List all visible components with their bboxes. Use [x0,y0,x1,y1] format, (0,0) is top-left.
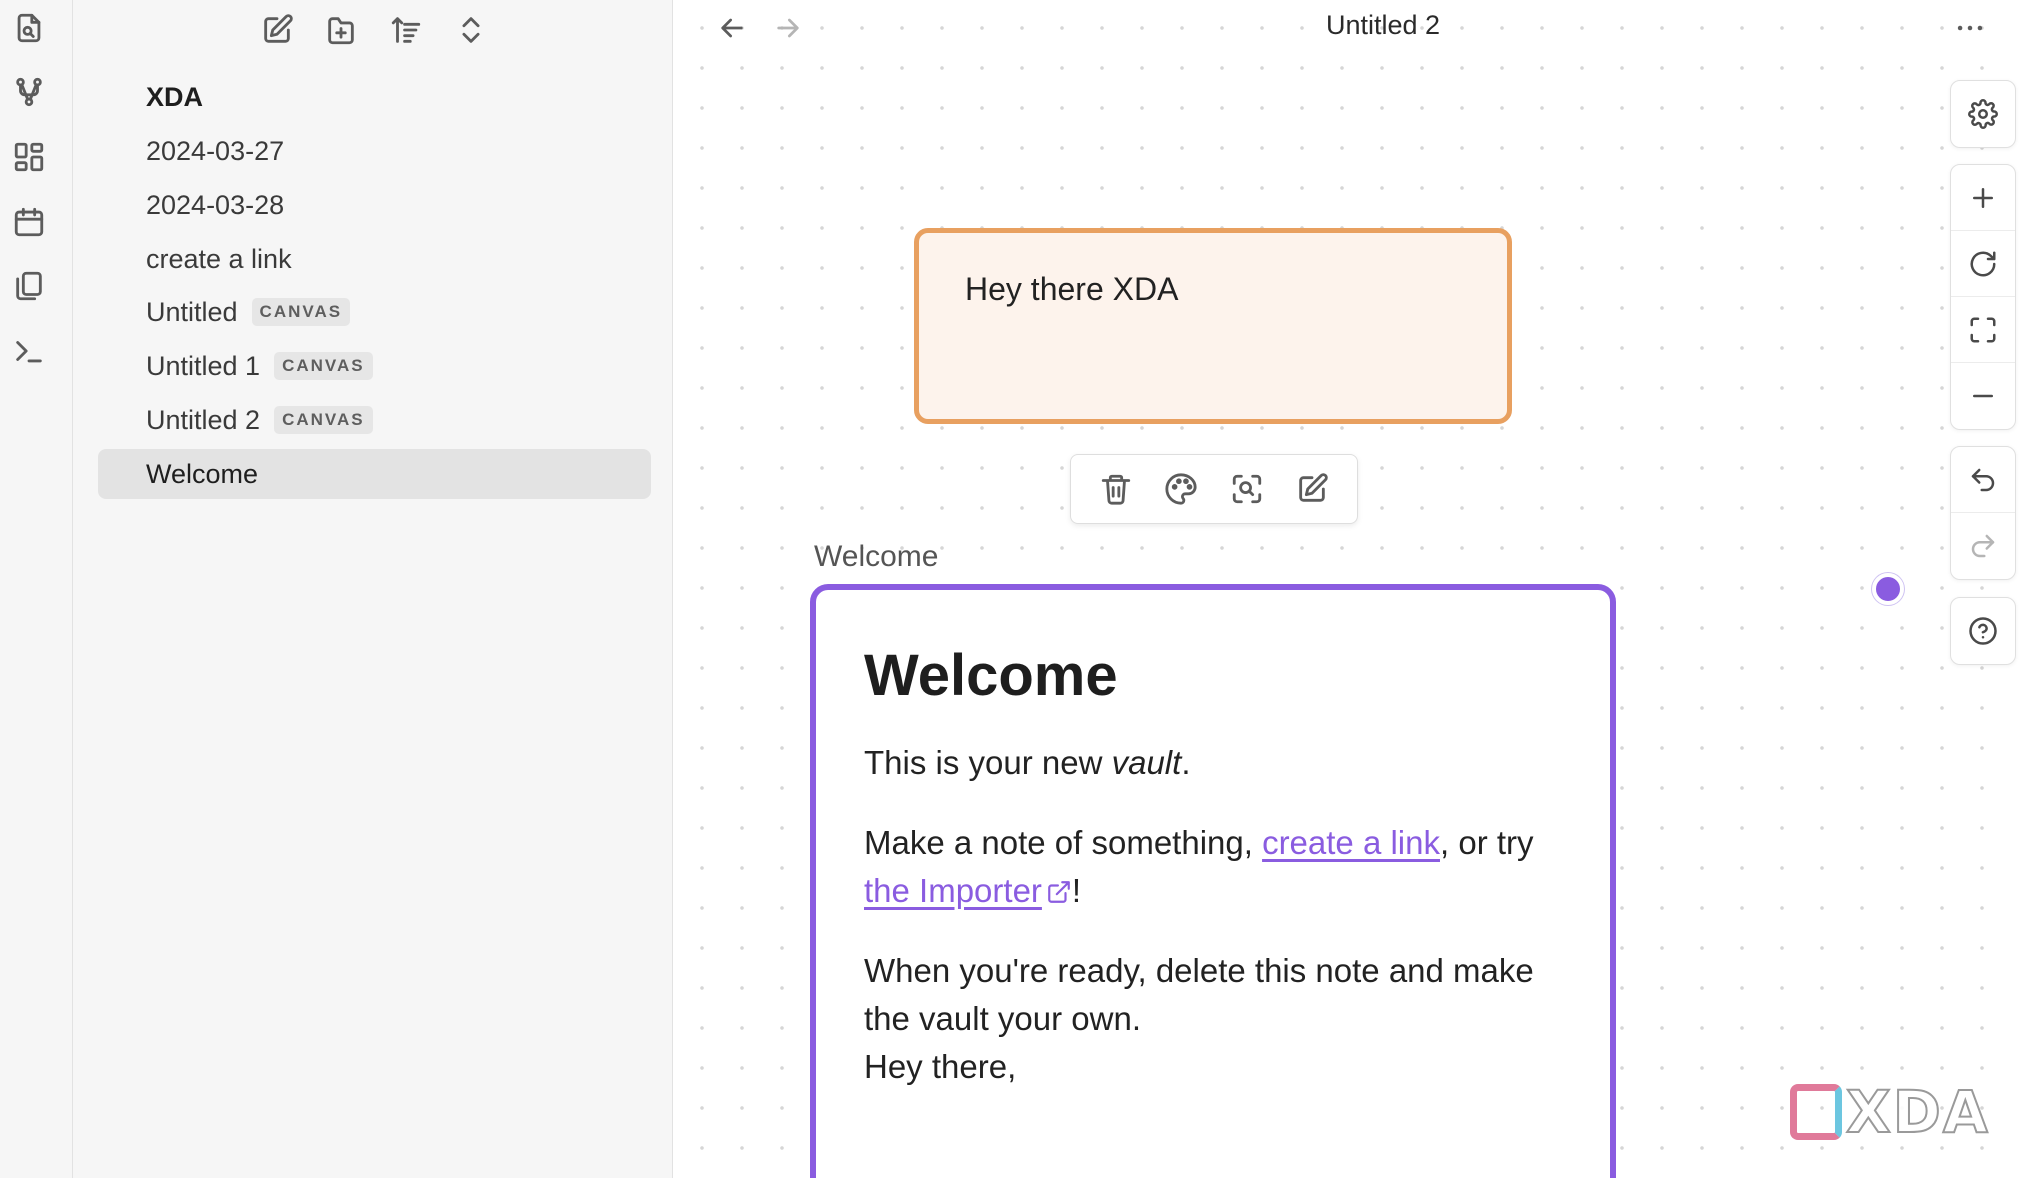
zoom-out-icon[interactable] [1951,363,2015,429]
note-text: Make a note of something, [864,824,1263,861]
collapse-expand-icon[interactable] [449,8,493,52]
sidebar-item-create-a-link[interactable]: create a link [98,234,651,284]
zoom-to-selection-icon[interactable] [1224,466,1270,512]
trash-icon[interactable] [1093,466,1139,512]
help-icon[interactable] [1951,598,2015,664]
sidebar-item-untitled[interactable]: Untitled CANVAS [98,287,651,337]
undo-icon[interactable] [1951,447,2015,513]
note-text: When you're ready, delete this note and … [864,952,1534,1037]
importer-link[interactable]: the Importer [864,872,1042,909]
xda-logo-icon [1790,1084,1842,1140]
tree-item-label: create a link [146,243,292,274]
canvas-badge: CANVAS [251,298,351,326]
text-card[interactable]: Hey there XDA [914,228,1512,424]
new-note-icon[interactable] [255,8,299,52]
note-paragraph: This is your new vault. [864,739,1584,787]
sidebar-folder-xda[interactable]: XDA [98,72,651,122]
search-file-icon[interactable] [10,9,48,47]
help-group [1950,597,2016,665]
create-a-link-link[interactable]: create a link [1262,824,1440,861]
file-explorer: XDA 2024-03-27 2024-03-28 create a link … [73,0,673,1178]
terminal-icon[interactable] [10,332,48,370]
note-text: This is your new [864,744,1112,781]
view-title: Untitled 2 [1325,10,1441,40]
tree-item-label: XDA [146,81,204,112]
sidebar-item-2024-03-28[interactable]: 2024-03-28 [98,180,651,230]
reset-zoom-icon[interactable] [1951,231,2015,297]
canvas-settings-group [1950,80,2016,148]
tree-item-label: 2024-03-28 [146,189,285,220]
note-card-label[interactable]: Welcome [814,540,938,574]
zoom-controls-group [1950,164,2016,430]
note-text: ! [1071,872,1082,909]
canvas-layout-icon[interactable] [10,138,48,176]
history-controls-group [1950,446,2016,580]
note-paragraph: Make a note of something, create a link,… [864,819,1584,915]
note-paragraph: When you're ready, delete this note and … [864,947,1584,1091]
note-card[interactable]: Welcome This is your new vault. Make a n… [810,584,1616,1178]
tree-item-label: Untitled [146,296,238,327]
edit-icon[interactable] [1289,466,1335,512]
card-toolbar [1070,454,1358,524]
note-title: Welcome [864,643,1118,708]
sidebar-item-welcome[interactable]: Welcome [98,449,651,499]
watermark-text: XDA [1845,1077,1990,1147]
ribbon [0,0,73,1178]
sidebar-item-untitled-1[interactable]: Untitled 1 CANVAS [98,341,651,391]
note-text: , or try [1440,824,1534,861]
tree-item-label: Untitled 1 [146,350,261,381]
more-options-icon[interactable] [1948,6,1992,50]
canvas-badge: CANVAS [274,352,373,380]
copy-files-icon[interactable] [10,267,48,305]
text-card-content[interactable]: Hey there XDA [965,271,1178,308]
tree-item-label: Welcome [146,458,259,489]
tree-item-label: 2024-03-27 [146,135,285,166]
new-folder-icon[interactable] [319,8,363,52]
graph-view-icon[interactable] [10,73,48,111]
xda-watermark: XDA [1790,1077,1990,1147]
note-emphasis: vault [1111,744,1182,781]
zoom-in-icon[interactable] [1951,165,2015,231]
fit-to-screen-icon[interactable] [1951,297,2015,363]
tree-item-label: Untitled 2 [146,404,261,435]
sidebar-item-untitled-2[interactable]: Untitled 2 CANVAS [98,395,651,445]
redo-icon[interactable] [1951,513,2015,579]
calendar-icon[interactable] [10,203,48,241]
note-text: Hey there, [864,1048,1017,1085]
external-link-icon [1046,870,1072,903]
settings-icon[interactable] [1951,81,2015,147]
canvas-badge: CANVAS [274,406,373,434]
sort-icon[interactable] [384,8,428,52]
canvas-view[interactable]: Untitled 2 Hey there XDA Welcome Welcome… [674,0,2020,1178]
sidebar-item-2024-03-27[interactable]: 2024-03-27 [98,126,651,176]
note-text: . [1181,744,1191,781]
palette-icon[interactable] [1158,466,1204,512]
note-card-body: Welcome This is your new vault. Make a n… [864,642,1584,1091]
connection-handle[interactable] [1872,573,1904,605]
